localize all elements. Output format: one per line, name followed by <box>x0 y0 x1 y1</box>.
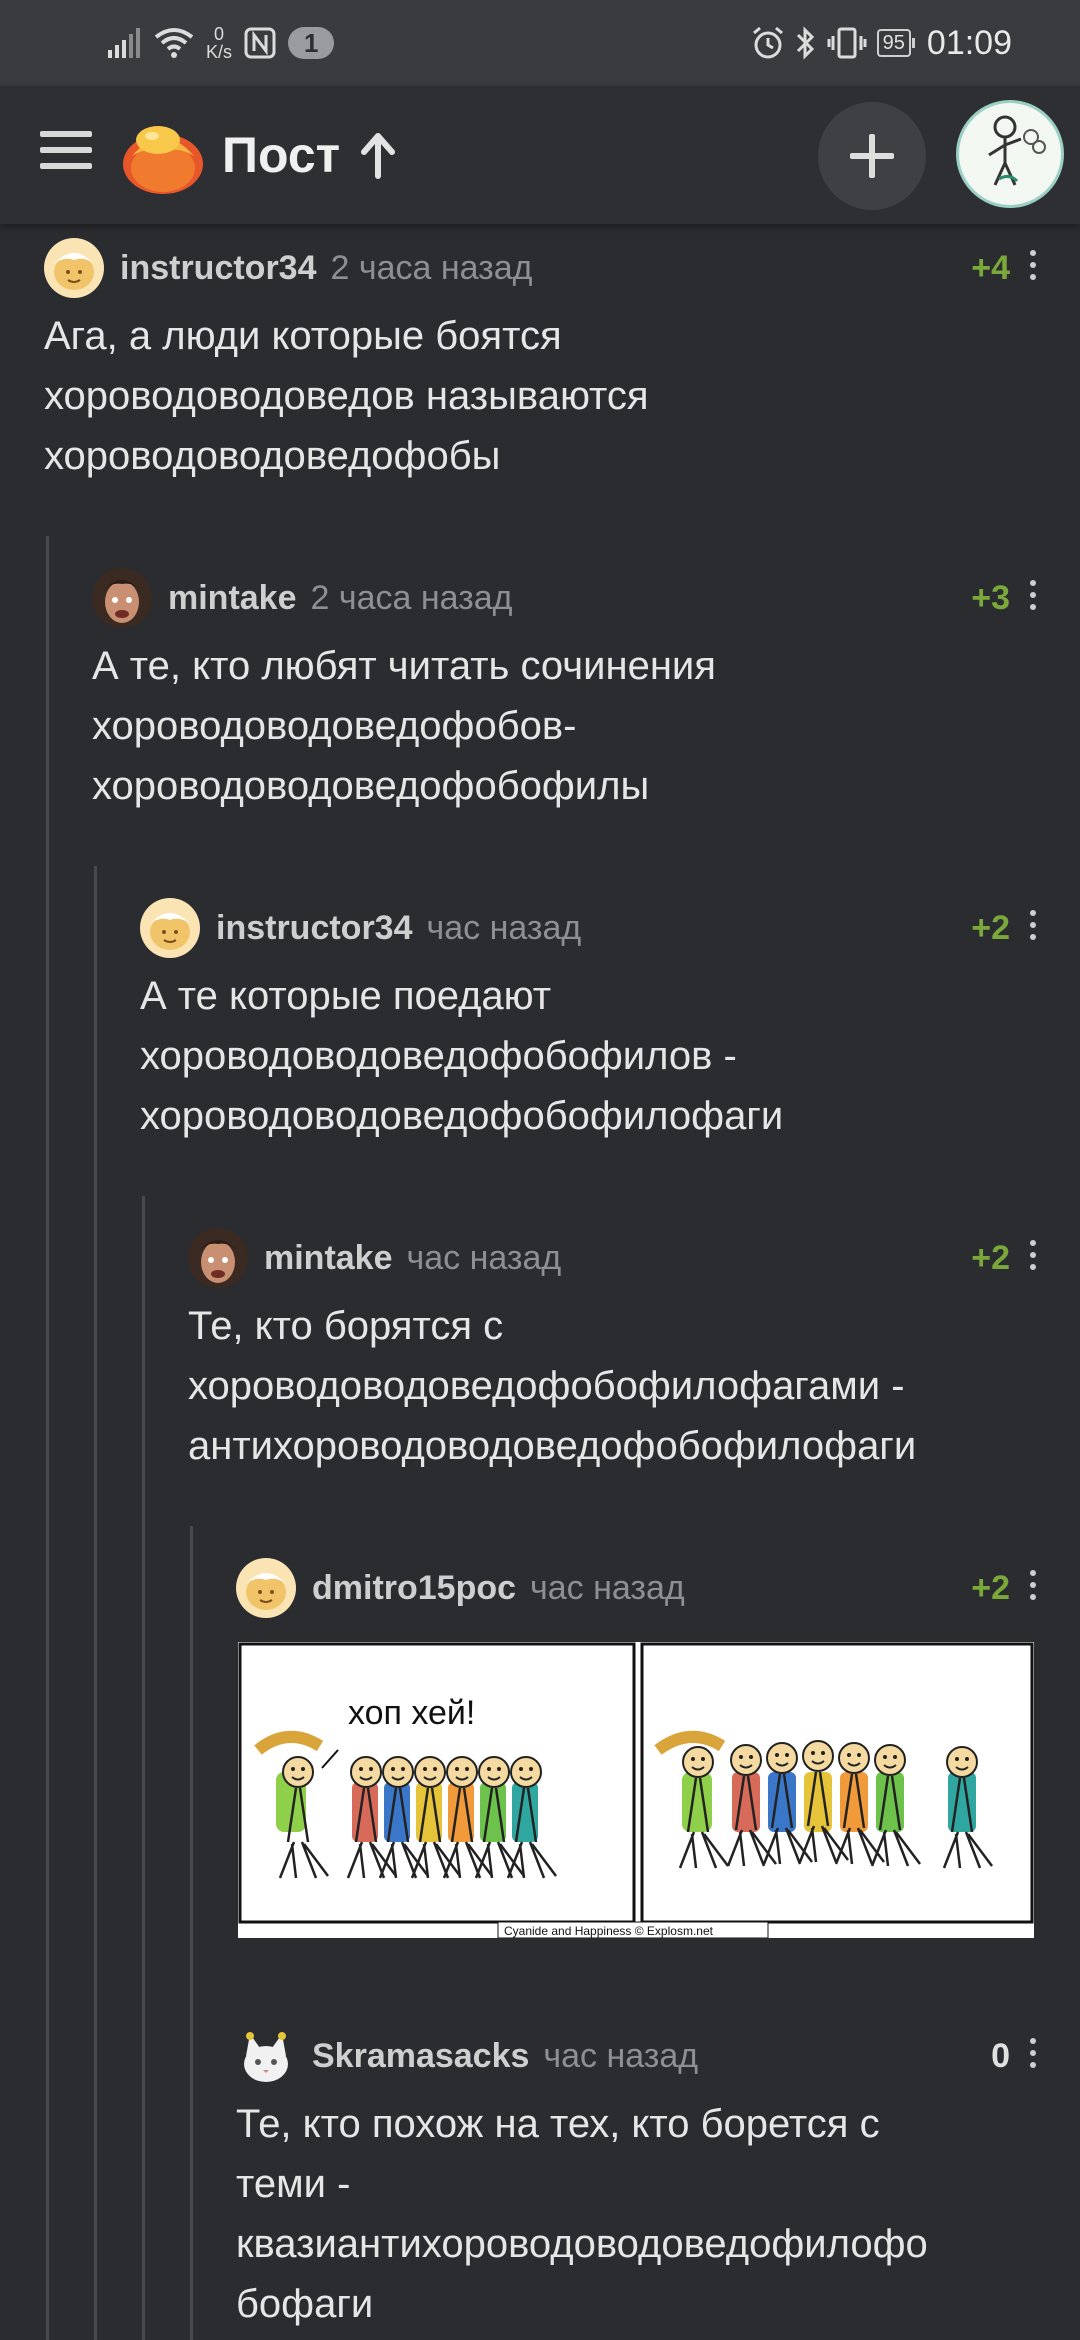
comment-header: Skramasacks час назад 0 <box>236 2024 1044 2088</box>
avatar[interactable] <box>92 568 152 628</box>
avatar[interactable] <box>44 238 104 298</box>
avatar[interactable] <box>140 898 200 958</box>
bluetooth-icon <box>796 26 814 60</box>
network-speed: 0 K/s <box>206 25 232 61</box>
thread-line[interactable] <box>142 1196 145 2340</box>
comment-rating: +2 <box>971 909 1010 947</box>
comment-header: mintake час назад +2 <box>188 1226 1044 1290</box>
signal-icon <box>108 28 140 58</box>
comment-author[interactable]: instructor34 2 часа назад <box>120 248 532 288</box>
cat-avatar-icon <box>236 2026 296 2086</box>
vibrate-icon <box>827 27 867 59</box>
comment: instructor34 час назад +2 А те которые по… <box>140 896 1044 1146</box>
default-avatar-icon <box>44 238 104 298</box>
scroll-up-arrow-icon[interactable] <box>356 130 400 180</box>
comment-time: час назад <box>543 2037 699 2075</box>
comment-text: А те которые поедают хороводоводоведофоб… <box>140 974 784 1138</box>
network-speed-unit: K/s <box>206 42 233 62</box>
thread-line[interactable] <box>190 1526 193 2340</box>
comment-rating: +2 <box>971 1569 1010 1607</box>
comment-header: dmitro15poc час назад +2 <box>236 1556 1044 1620</box>
more-options-icon[interactable] <box>1028 910 1038 946</box>
comment-time: 2 часа назад <box>330 249 533 287</box>
page-title: Пост <box>222 127 341 183</box>
more-options-icon[interactable] <box>1028 1240 1038 1276</box>
thread-line[interactable] <box>46 536 49 2340</box>
author-name[interactable]: dmitro15poc <box>312 1569 516 1607</box>
stick-figure-avatar-icon <box>988 115 1046 186</box>
pikabu-logo[interactable] <box>120 112 206 198</box>
face-avatar-icon <box>92 568 152 628</box>
comment-header: instructor34 час назад +2 <box>140 896 1044 960</box>
profile-avatar[interactable] <box>956 100 1064 208</box>
wifi-icon <box>154 28 194 58</box>
menu-button[interactable] <box>40 131 92 179</box>
avatar[interactable] <box>188 1228 248 1288</box>
menu-icon-line <box>40 163 92 169</box>
comment-rating: +3 <box>971 579 1010 617</box>
comment: mintake 2 часа назад +3 А те, кто любят ч… <box>92 566 1044 816</box>
add-post-button[interactable] <box>818 102 926 210</box>
more-options-icon[interactable] <box>1028 250 1038 286</box>
thread-line[interactable] <box>94 866 97 2340</box>
comment-rating: +4 <box>971 249 1010 287</box>
avatar[interactable] <box>236 1558 296 1618</box>
comment-author[interactable]: mintake 2 часа назад <box>168 578 512 618</box>
menu-icon-line <box>40 147 92 153</box>
author-name[interactable]: mintake <box>264 1239 393 1277</box>
more-options-icon[interactable] <box>1028 580 1038 616</box>
comment-rating: +2 <box>971 1239 1010 1277</box>
author-name[interactable]: Skramasacks <box>312 2037 529 2075</box>
battery-indicator: 95 <box>876 29 916 57</box>
comment: Skramasacks час назад 0 Те, кто похож на … <box>236 2024 1044 2334</box>
comment-time: час назад <box>530 1569 685 1607</box>
comment-time: 2 часа назад <box>310 579 513 617</box>
comment-header: mintake 2 часа назад +3 <box>92 566 1044 630</box>
status-right: 95 01:09 <box>751 18 1012 68</box>
nfc-icon <box>244 27 276 59</box>
clock: 01:09 <box>926 23 1012 62</box>
comment-author[interactable]: Skramasacks час назад <box>312 2036 698 2076</box>
comment-text: Те, кто похож на тех, кто борется с теми… <box>236 2102 928 2326</box>
comment-time: час назад <box>426 909 582 947</box>
more-options-icon[interactable] <box>1028 2038 1038 2074</box>
comment-rating: 0 <box>991 2037 1010 2075</box>
default-avatar-icon <box>140 898 200 958</box>
notification-count-badge: 1 <box>288 27 335 59</box>
status-bar: 0 K/s 1 95 01:09 <box>0 0 1080 86</box>
more-options-icon[interactable] <box>1028 1570 1038 1606</box>
comment-author[interactable]: mintake час назад <box>264 1238 561 1278</box>
app-bar: Пост <box>0 86 1080 224</box>
comment-author[interactable]: instructor34 час назад <box>216 908 581 948</box>
comic-credit: Cyanide and Happiness © Explosm.net <box>504 1924 714 1938</box>
default-avatar-icon <box>236 1558 296 1618</box>
author-name[interactable]: mintake <box>168 579 297 617</box>
comment: mintake час назад +2 Те, кто борятся с хо… <box>188 1226 1044 1476</box>
comment-author[interactable]: dmitro15poc час назад <box>312 1568 685 1608</box>
comment-time: час назад <box>406 1239 562 1277</box>
comment: dmitro15poc час назад +2 <box>236 1556 1044 1620</box>
comment-header: instructor34 2 часа назад +4 <box>44 236 1044 300</box>
comment-text: Ага, а люди которые боятся хороводоводов… <box>44 314 649 478</box>
menu-icon-line <box>40 131 92 137</box>
network-speed-value: 0 <box>214 24 225 44</box>
plus-icon-stem <box>869 134 875 178</box>
comic-image[interactable]: хоп хей! Cyanide and Happiness © Explosm… <box>238 1642 1034 1938</box>
face-avatar-icon <box>188 1228 248 1288</box>
alarm-icon <box>752 26 783 59</box>
status-left: 0 K/s 1 <box>108 18 335 68</box>
author-name[interactable]: instructor34 <box>120 249 317 287</box>
author-name[interactable]: instructor34 <box>216 909 413 947</box>
comic-strip-illustration: хоп хей! Cyanide and Happiness © Explosm… <box>238 1642 1034 1938</box>
comment-text: Те, кто борятся с хороводоводоведофобофи… <box>188 1304 917 1468</box>
comic-speech-text: хоп хей! <box>348 1694 475 1732</box>
comment: instructor34 2 часа назад +4 Ага, а люди … <box>44 236 1044 486</box>
comment-text: А те, кто любят читать сочинения хоровод… <box>92 644 716 808</box>
avatar[interactable] <box>236 2026 296 2086</box>
